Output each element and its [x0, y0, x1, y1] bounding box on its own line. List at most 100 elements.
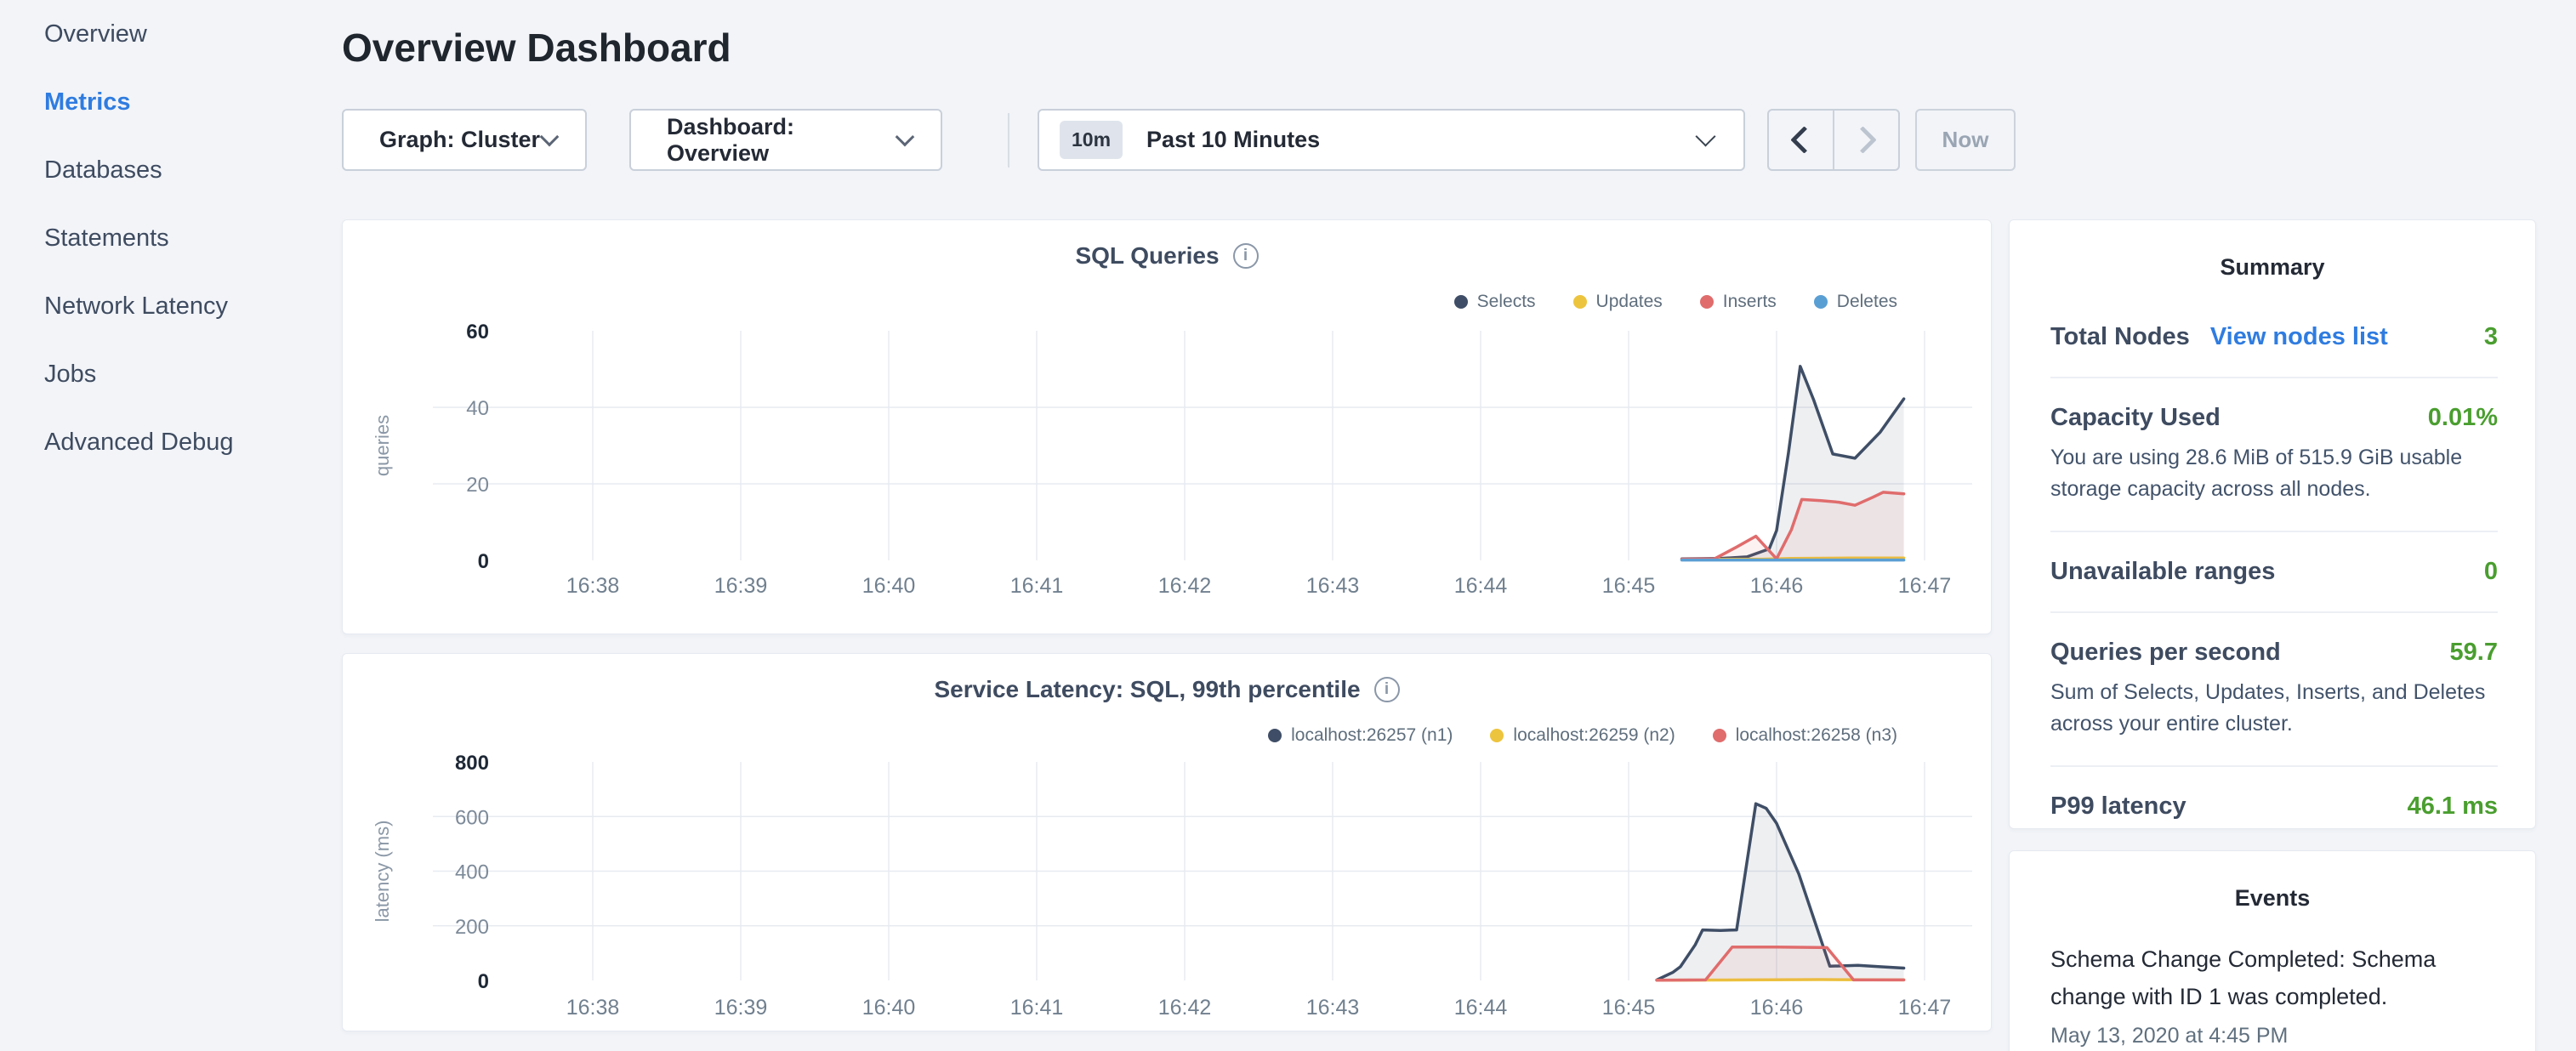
legend-label: localhost:26257 (n1) [1291, 725, 1453, 746]
chevron-left-icon [1790, 126, 1818, 154]
summary-row-value: 0 [2484, 558, 2498, 586]
svg-text:16:46: 16:46 [1750, 574, 1804, 598]
legend-dot-icon [1573, 295, 1587, 309]
svg-text:0: 0 [478, 970, 489, 993]
page-title: Overview Dashboard [342, 26, 731, 70]
summary-panel: Summary Total Nodes View nodes list 3 Capac… [2009, 219, 2536, 829]
chart-title-row: Service Latency: SQL, 99th percentile i [343, 676, 1991, 703]
summary-divider [2050, 377, 2498, 378]
legend-label: localhost:26259 (n2) [1513, 725, 1675, 746]
summary-row-label: Capacity Used [2050, 404, 2221, 432]
chart-legend: localhost:26257 (n1) localhost:26259 (n2)… [1268, 725, 1897, 746]
summary-divider [2050, 765, 2498, 767]
chart-title: SQL Queries [1075, 242, 1219, 270]
chart-title-row: SQL Queries i [343, 242, 1991, 270]
time-window-step-group [1767, 109, 1900, 171]
summary-title: Summary [2010, 254, 2535, 281]
summary-row-p99-latency: P99 latency46.1 ms [2050, 793, 2498, 821]
svg-text:16:46: 16:46 [1750, 996, 1804, 1020]
svg-text:16:47: 16:47 [1898, 574, 1952, 598]
svg-text:queries: queries [372, 415, 393, 476]
time-window-label: Past 10 Minutes [1146, 127, 1320, 153]
legend-dot-icon [1490, 729, 1504, 742]
legend-item-localhost-26257-n1: localhost:26257 (n1) [1268, 725, 1453, 746]
dashboard-dropdown-label: Dashboard: Overview [667, 114, 898, 167]
app-root: OverviewMetricsDatabasesStatementsNetwor… [0, 0, 2576, 1051]
legend-label: Updates [1596, 292, 1663, 312]
summary-row-value: 3 [2484, 323, 2498, 351]
sidebar-item-jobs[interactable]: Jobs [0, 340, 342, 408]
svg-text:800: 800 [455, 752, 489, 775]
info-icon[interactable]: i [1233, 243, 1259, 269]
svg-text:16:41: 16:41 [1010, 996, 1064, 1020]
summary-divider [2050, 611, 2498, 613]
svg-text:16:42: 16:42 [1158, 574, 1212, 598]
sidebar-item-metrics[interactable]: Metrics [0, 68, 342, 136]
legend-label: localhost:26258 (n3) [1736, 725, 1897, 746]
service-latency-chart-card: 020040060080016:3816:3916:4016:4116:4216… [342, 653, 1992, 1031]
info-icon[interactable]: i [1374, 677, 1400, 702]
summary-row-description: Sum of Selects, Updates, Inserts, and De… [2050, 677, 2498, 740]
next-window-button[interactable] [1834, 111, 1898, 169]
legend-dot-icon [1713, 729, 1726, 742]
svg-text:16:47: 16:47 [1898, 996, 1952, 1020]
summary-row-value: 59.7 [2450, 639, 2498, 667]
svg-text:200: 200 [455, 916, 489, 939]
svg-text:600: 600 [455, 806, 489, 829]
svg-text:16:44: 16:44 [1454, 574, 1508, 598]
summary-row-value: 46.1 ms [2408, 793, 2498, 821]
svg-text:16:40: 16:40 [862, 996, 916, 1020]
legend-dot-icon [1268, 729, 1282, 742]
sidebar-item-overview[interactable]: Overview [0, 0, 342, 68]
event-timestamp: May 13, 2020 at 4:45 PM [2050, 1024, 2498, 1048]
graph-dropdown-label: Graph: Cluster [379, 127, 540, 153]
sidebar-item-network-latency[interactable]: Network Latency [0, 272, 342, 340]
summary-row-description: You are using 28.6 MiB of 515.9 GiB usab… [2050, 442, 2498, 505]
summary-row-capacity-used: Capacity Used 0.01% [2050, 404, 2498, 432]
prev-window-button[interactable] [1769, 111, 1834, 169]
sql-queries-chart: 020406016:3816:3916:4016:4116:4216:4316:… [343, 220, 1993, 635]
chart-legend: Selects Updates Inserts Deletes [1454, 292, 1897, 312]
service-latency-chart: 020040060080016:3816:3916:4016:4116:4216… [343, 654, 1993, 1032]
svg-text:16:41: 16:41 [1010, 574, 1064, 598]
legend-item-deletes: Deletes [1814, 292, 1897, 312]
summary-row-total-nodes: Total Nodes View nodes list 3 [2050, 323, 2498, 351]
sidebar-item-statements[interactable]: Statements [0, 204, 342, 272]
events-list: Schema Change Completed: Schema change w… [2010, 940, 2535, 1048]
summary-row-label: Queries per second [2050, 639, 2281, 667]
sidebar: OverviewMetricsDatabasesStatementsNetwor… [0, 0, 342, 1051]
chevron-down-icon [540, 127, 560, 146]
summary-row-label: Total Nodes [2050, 323, 2190, 351]
time-window-badge: 10m [1060, 121, 1123, 159]
time-window-picker[interactable]: 10m Past 10 Minutes [1038, 109, 1745, 171]
event-message: Schema Change Completed: Schema change w… [2050, 940, 2498, 1015]
legend-dot-icon [1454, 295, 1468, 309]
legend-label: Selects [1477, 292, 1536, 312]
svg-text:latency (ms): latency (ms) [372, 821, 393, 923]
view-nodes-list-link[interactable]: View nodes list [2210, 323, 2388, 351]
legend-dot-icon [1700, 295, 1714, 309]
events-title: Events [2010, 885, 2535, 912]
svg-text:16:43: 16:43 [1306, 574, 1360, 598]
graph-dropdown[interactable]: Graph: Cluster [342, 109, 587, 171]
now-button[interactable]: Now [1915, 109, 2016, 171]
summary-rows: Total Nodes View nodes list 3 Capacity Used… [2010, 323, 2535, 821]
events-panel: Events Schema Change Completed: Schema c… [2009, 850, 2536, 1051]
summary-row-unavailable-ranges: Unavailable ranges0 [2050, 558, 2498, 586]
legend-item-selects: Selects [1454, 292, 1536, 312]
svg-text:16:40: 16:40 [862, 574, 916, 598]
svg-text:16:42: 16:42 [1158, 996, 1212, 1020]
svg-text:16:45: 16:45 [1602, 574, 1656, 598]
dashboard-dropdown[interactable]: Dashboard: Overview [629, 109, 942, 171]
legend-item-updates: Updates [1573, 292, 1663, 312]
chevron-right-icon [1849, 126, 1877, 154]
legend-label: Inserts [1723, 292, 1777, 312]
sidebar-item-advanced-debug[interactable]: Advanced Debug [0, 408, 342, 476]
sidebar-item-databases[interactable]: Databases [0, 136, 342, 204]
legend-item-localhost-26258-n3: localhost:26258 (n3) [1713, 725, 1897, 746]
legend-label: Deletes [1837, 292, 1897, 312]
controls-divider [1008, 113, 1009, 168]
chart-title: Service Latency: SQL, 99th percentile [934, 676, 1360, 703]
summary-row-value: 0.01% [2428, 404, 2498, 432]
svg-text:16:39: 16:39 [714, 574, 768, 598]
